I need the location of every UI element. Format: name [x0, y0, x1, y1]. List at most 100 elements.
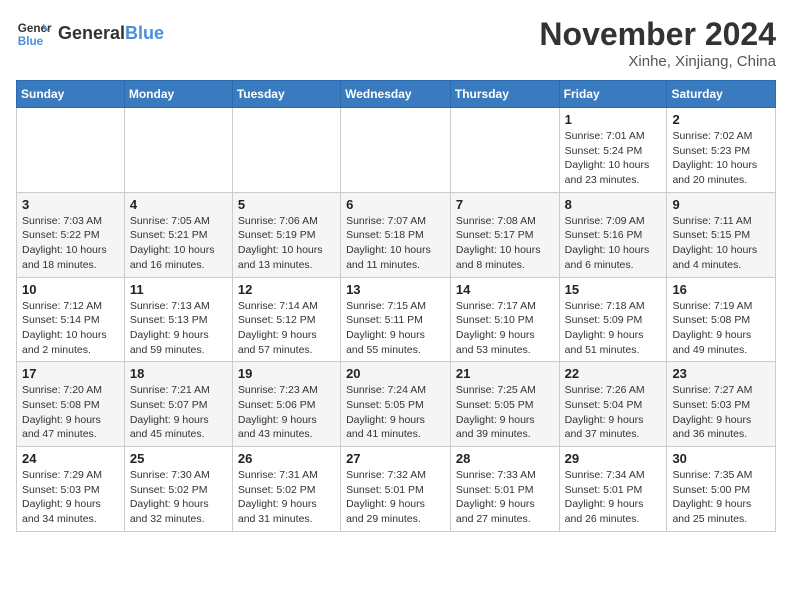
day-info: Sunrise: 7:21 AM Sunset: 5:07 PM Dayligh…	[130, 383, 227, 442]
day-info: Sunrise: 7:01 AM Sunset: 5:24 PM Dayligh…	[565, 129, 662, 188]
calendar-cell	[124, 108, 232, 193]
calendar-cell: 23 Sunrise: 7:27 AM Sunset: 5:03 PM Dayli…	[667, 362, 776, 447]
day-info: Sunrise: 7:13 AM Sunset: 5:13 PM Dayligh…	[130, 299, 227, 358]
day-info: Sunrise: 7:20 AM Sunset: 5:08 PM Dayligh…	[22, 383, 119, 442]
calendar-cell: 30 Sunrise: 7:35 AM Sunset: 5:00 PM Dayli…	[667, 447, 776, 532]
day-number: 18	[130, 366, 227, 381]
day-info: Sunrise: 7:06 AM Sunset: 5:19 PM Dayligh…	[238, 214, 335, 273]
logo: General Blue GeneralBlue	[16, 16, 164, 52]
calendar-week-4: 17 Sunrise: 7:20 AM Sunset: 5:08 PM Dayli…	[17, 362, 776, 447]
weekday-header-saturday: Saturday	[667, 81, 776, 108]
day-number: 16	[672, 282, 770, 297]
calendar-table: SundayMondayTuesdayWednesdayThursdayFrid…	[16, 80, 776, 532]
day-info: Sunrise: 7:07 AM Sunset: 5:18 PM Dayligh…	[346, 214, 445, 273]
calendar-cell	[17, 108, 125, 193]
svg-text:Blue: Blue	[18, 35, 44, 48]
calendar-cell: 26Sunrise: 7:31 AM Sunset: 5:02 PM Dayli…	[232, 447, 340, 532]
day-number: 9	[672, 197, 770, 212]
calendar-cell: 27Sunrise: 7:32 AM Sunset: 5:01 PM Dayli…	[341, 447, 451, 532]
day-number: 7	[456, 197, 554, 212]
calendar-header: SundayMondayTuesdayWednesdayThursdayFrid…	[17, 81, 776, 108]
day-info: Sunrise: 7:17 AM Sunset: 5:10 PM Dayligh…	[456, 299, 554, 358]
calendar-cell: 9Sunrise: 7:11 AM Sunset: 5:15 PM Daylig…	[667, 192, 776, 277]
calendar-cell: 20Sunrise: 7:24 AM Sunset: 5:05 PM Dayli…	[341, 362, 451, 447]
weekday-header-friday: Friday	[559, 81, 667, 108]
calendar-cell: 3 Sunrise: 7:03 AM Sunset: 5:22 PM Daylig…	[17, 192, 125, 277]
day-info: Sunrise: 7:15 AM Sunset: 5:11 PM Dayligh…	[346, 299, 445, 358]
day-number: 22	[565, 366, 662, 381]
day-number: 13	[346, 282, 445, 297]
day-number: 10	[22, 282, 119, 297]
day-info: Sunrise: 7:23 AM Sunset: 5:06 PM Dayligh…	[238, 383, 335, 442]
calendar-cell: 29 Sunrise: 7:34 AM Sunset: 5:01 PM Dayli…	[559, 447, 667, 532]
day-info: Sunrise: 7:27 AM Sunset: 5:03 PM Dayligh…	[672, 383, 770, 442]
calendar-cell	[341, 108, 451, 193]
calendar-cell: 28 Sunrise: 7:33 AM Sunset: 5:01 PM Dayli…	[450, 447, 559, 532]
calendar-cell: 25 Sunrise: 7:30 AM Sunset: 5:02 PM Dayli…	[124, 447, 232, 532]
day-info: Sunrise: 7:14 AM Sunset: 5:12 PM Dayligh…	[238, 299, 335, 358]
day-number: 20	[346, 366, 445, 381]
day-number: 2	[672, 112, 770, 127]
page-header: General Blue GeneralBlue November 2024 X…	[16, 16, 776, 70]
day-info: Sunrise: 7:26 AM Sunset: 5:04 PM Dayligh…	[565, 383, 662, 442]
day-number: 29	[565, 451, 662, 466]
day-number: 14	[456, 282, 554, 297]
calendar-cell: 15Sunrise: 7:18 AM Sunset: 5:09 PM Dayli…	[559, 277, 667, 362]
day-info: Sunrise: 7:30 AM Sunset: 5:02 PM Dayligh…	[130, 468, 227, 527]
day-number: 25	[130, 451, 227, 466]
day-number: 27	[346, 451, 445, 466]
calendar-cell: 21Sunrise: 7:25 AM Sunset: 5:05 PM Dayli…	[450, 362, 559, 447]
calendar-week-3: 10Sunrise: 7:12 AM Sunset: 5:14 PM Dayli…	[17, 277, 776, 362]
calendar-week-1: 1 Sunrise: 7:01 AM Sunset: 5:24 PM Daylig…	[17, 108, 776, 193]
day-number: 24	[22, 451, 119, 466]
day-number: 3	[22, 197, 119, 212]
calendar-cell	[450, 108, 559, 193]
day-info: Sunrise: 7:33 AM Sunset: 5:01 PM Dayligh…	[456, 468, 554, 527]
calendar-cell: 1 Sunrise: 7:01 AM Sunset: 5:24 PM Daylig…	[559, 108, 667, 193]
month-title: November 2024	[539, 16, 776, 53]
day-number: 5	[238, 197, 335, 212]
day-number: 17	[22, 366, 119, 381]
day-info: Sunrise: 7:08 AM Sunset: 5:17 PM Dayligh…	[456, 214, 554, 273]
calendar-cell: 17 Sunrise: 7:20 AM Sunset: 5:08 PM Dayli…	[17, 362, 125, 447]
day-info: Sunrise: 7:18 AM Sunset: 5:09 PM Dayligh…	[565, 299, 662, 358]
day-number: 8	[565, 197, 662, 212]
calendar-cell: 6 Sunrise: 7:07 AM Sunset: 5:18 PM Daylig…	[341, 192, 451, 277]
title-block: November 2024 Xinhe, Xinjiang, China	[539, 16, 776, 70]
day-number: 28	[456, 451, 554, 466]
day-number: 4	[130, 197, 227, 212]
calendar-cell: 16Sunrise: 7:19 AM Sunset: 5:08 PM Dayli…	[667, 277, 776, 362]
day-number: 30	[672, 451, 770, 466]
logo-text: GeneralBlue	[58, 24, 164, 44]
day-info: Sunrise: 7:29 AM Sunset: 5:03 PM Dayligh…	[22, 468, 119, 527]
day-info: Sunrise: 7:31 AM Sunset: 5:02 PM Dayligh…	[238, 468, 335, 527]
day-info: Sunrise: 7:02 AM Sunset: 5:23 PM Dayligh…	[672, 129, 770, 188]
calendar-cell: 19Sunrise: 7:23 AM Sunset: 5:06 PM Dayli…	[232, 362, 340, 447]
calendar-cell: 2 Sunrise: 7:02 AM Sunset: 5:23 PM Daylig…	[667, 108, 776, 193]
day-number: 23	[672, 366, 770, 381]
location: Xinhe, Xinjiang, China	[539, 53, 776, 70]
day-info: Sunrise: 7:03 AM Sunset: 5:22 PM Dayligh…	[22, 214, 119, 273]
day-number: 21	[456, 366, 554, 381]
calendar-cell: 7 Sunrise: 7:08 AM Sunset: 5:17 PM Daylig…	[450, 192, 559, 277]
weekday-header-monday: Monday	[124, 81, 232, 108]
weekday-header-tuesday: Tuesday	[232, 81, 340, 108]
logo-icon: General Blue	[16, 16, 52, 52]
calendar-cell: 24 Sunrise: 7:29 AM Sunset: 5:03 PM Dayli…	[17, 447, 125, 532]
day-number: 1	[565, 112, 662, 127]
day-number: 6	[346, 197, 445, 212]
calendar-cell: 22 Sunrise: 7:26 AM Sunset: 5:04 PM Dayli…	[559, 362, 667, 447]
day-info: Sunrise: 7:35 AM Sunset: 5:00 PM Dayligh…	[672, 468, 770, 527]
calendar-week-2: 3 Sunrise: 7:03 AM Sunset: 5:22 PM Daylig…	[17, 192, 776, 277]
calendar-cell: 10Sunrise: 7:12 AM Sunset: 5:14 PM Dayli…	[17, 277, 125, 362]
calendar-cell: 5 Sunrise: 7:06 AM Sunset: 5:19 PM Daylig…	[232, 192, 340, 277]
day-info: Sunrise: 7:05 AM Sunset: 5:21 PM Dayligh…	[130, 214, 227, 273]
day-number: 11	[130, 282, 227, 297]
calendar-cell: 14 Sunrise: 7:17 AM Sunset: 5:10 PM Dayli…	[450, 277, 559, 362]
calendar-cell: 11 Sunrise: 7:13 AM Sunset: 5:13 PM Dayli…	[124, 277, 232, 362]
calendar-cell: 18 Sunrise: 7:21 AM Sunset: 5:07 PM Dayli…	[124, 362, 232, 447]
calendar-week-5: 24 Sunrise: 7:29 AM Sunset: 5:03 PM Dayli…	[17, 447, 776, 532]
day-info: Sunrise: 7:34 AM Sunset: 5:01 PM Dayligh…	[565, 468, 662, 527]
calendar-body: 1 Sunrise: 7:01 AM Sunset: 5:24 PM Daylig…	[17, 108, 776, 532]
calendar-cell	[232, 108, 340, 193]
